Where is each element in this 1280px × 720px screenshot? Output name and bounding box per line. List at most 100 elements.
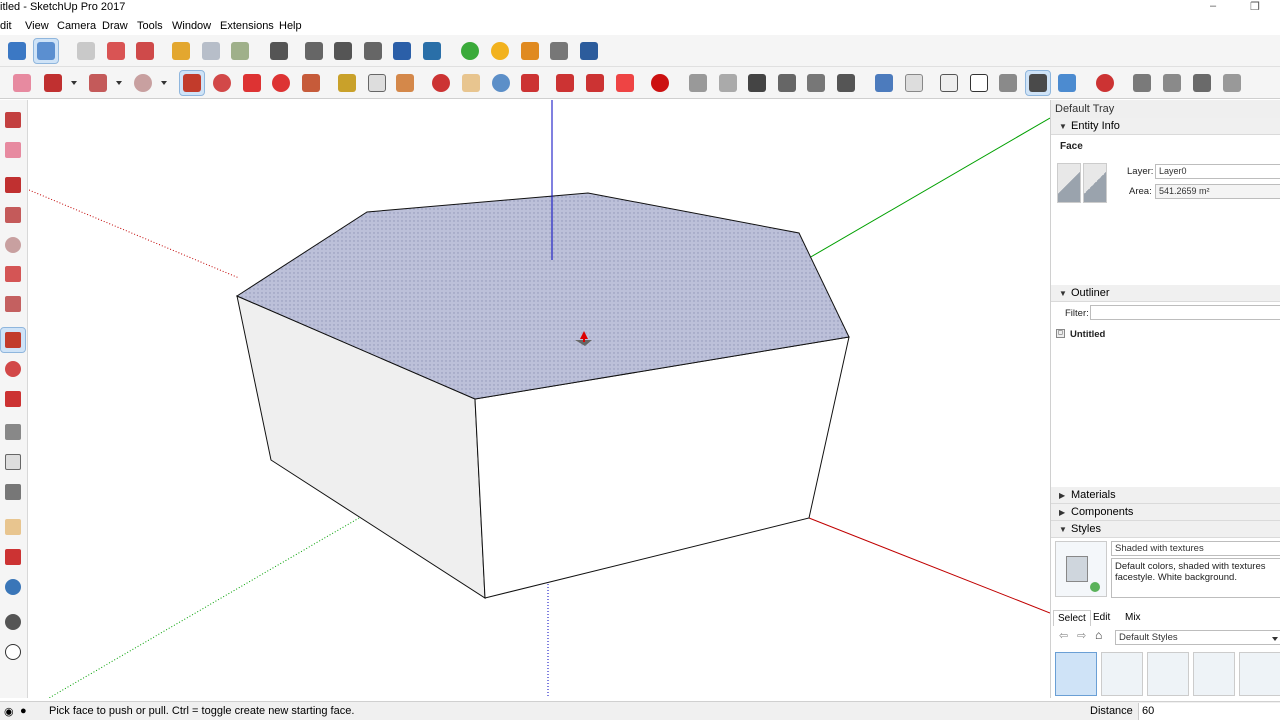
share-model-button[interactable]: [613, 71, 637, 95]
tape-tool-button[interactable]: [1, 420, 25, 444]
push-pull-tool-button[interactable]: [0, 327, 26, 353]
solid-tools-button[interactable]: [133, 39, 157, 63]
chevron-down-icon[interactable]: [161, 81, 167, 85]
minimize-button[interactable]: –: [1203, 0, 1223, 14]
menu-help[interactable]: Help: [279, 19, 302, 33]
style-thumbnail[interactable]: [1101, 652, 1143, 696]
style-thumbnail[interactable]: [1055, 652, 1097, 696]
polygon-tool-button[interactable]: [1, 292, 25, 316]
geo-location-button[interactable]: [458, 39, 482, 63]
iso-view-button[interactable]: [686, 71, 710, 95]
style-thumbnail[interactable]: [1193, 652, 1235, 696]
style-name-field[interactable]: Shaded with textures: [1111, 541, 1280, 556]
top-view-button[interactable]: [716, 71, 740, 95]
circle-tool-button[interactable]: [1, 233, 25, 257]
style-library-select[interactable]: Default Styles: [1115, 630, 1280, 645]
circle-tool-button[interactable]: [131, 71, 155, 95]
right-view-button[interactable]: [775, 71, 799, 95]
layer-field[interactable]: Layer0: [1155, 164, 1280, 179]
menu-edit[interactable]: dit: [0, 19, 12, 33]
sandbox-button[interactable]: [361, 39, 385, 63]
styles-header[interactable]: ▼ Styles: [1051, 521, 1280, 538]
styles-tab-edit[interactable]: Edit: [1089, 610, 1114, 626]
entity-info-header[interactable]: ▼ Entity Info: [1051, 118, 1280, 135]
position-camera-tool-button[interactable]: [1, 640, 25, 664]
left-view-button[interactable]: [834, 71, 858, 95]
shaded-button[interactable]: [996, 71, 1020, 95]
pencil-button[interactable]: [518, 39, 542, 63]
chevron-down-icon[interactable]: [116, 81, 122, 85]
component-button[interactable]: [33, 38, 59, 64]
wireframe-button[interactable]: [937, 71, 961, 95]
sandbox-drape-button[interactable]: [1190, 71, 1214, 95]
model-viewport[interactable]: [29, 100, 1050, 698]
section-button[interactable]: [199, 39, 223, 63]
measurement-input[interactable]: 60: [1138, 703, 1280, 720]
chevron-down-icon[interactable]: [71, 81, 77, 85]
eraser-tool-button[interactable]: [10, 71, 34, 95]
text-tool-button[interactable]: [365, 71, 389, 95]
sandbox-stamp-button[interactable]: [1160, 71, 1184, 95]
style-description[interactable]: Default colors, shaded with textures fac…: [1111, 558, 1280, 598]
monochrome-button[interactable]: [1055, 71, 1079, 95]
select-tool-button[interactable]: [1, 108, 25, 132]
menu-draw[interactable]: Draw: [102, 19, 128, 33]
pan-tool-button[interactable]: [459, 71, 483, 95]
menu-extensions[interactable]: Extensions: [220, 19, 274, 33]
materials-header[interactable]: ▶ Materials: [1051, 487, 1280, 504]
outliner-header[interactable]: ▼ Outliner: [1051, 285, 1280, 302]
dimension-button[interactable]: [547, 39, 571, 63]
rotate-tool-button[interactable]: [269, 71, 293, 95]
hidden-line-button[interactable]: [967, 71, 991, 95]
look-around-tool-button[interactable]: [1, 610, 25, 634]
text-tool-button[interactable]: [1, 450, 25, 474]
geo-location-icon[interactable]: ◉: [4, 705, 14, 718]
binoculars-button[interactable]: [577, 39, 601, 63]
styles-tab-mix[interactable]: Mix: [1121, 610, 1145, 626]
style-thumbnail[interactable]: [1147, 652, 1189, 696]
outliner-filter-input[interactable]: [1090, 305, 1280, 320]
menu-view[interactable]: View: [25, 19, 49, 33]
styles-tab-select[interactable]: Select: [1053, 610, 1091, 626]
orbit-tool-button[interactable]: [429, 71, 453, 95]
pan-tool-button[interactable]: [1, 515, 25, 539]
rectangle-tool-button[interactable]: [86, 71, 110, 95]
sun-button[interactable]: [488, 39, 512, 63]
follow-me-tool-button[interactable]: [1, 357, 25, 381]
sandbox-flip-button[interactable]: [1220, 71, 1244, 95]
solid-button[interactable]: [228, 39, 252, 63]
sandbox-smoove-button[interactable]: [1130, 71, 1154, 95]
shadow-button[interactable]: [267, 39, 291, 63]
back-view-button[interactable]: [804, 71, 828, 95]
freehand-tool-button[interactable]: [1, 173, 25, 197]
tape-tool-button[interactable]: [335, 71, 359, 95]
component-share-button[interactable]: [583, 71, 607, 95]
forward-arrow-icon[interactable]: ⇨: [1077, 629, 1086, 642]
zoom-tool-button[interactable]: [1, 545, 25, 569]
extension-button[interactable]: [331, 39, 355, 63]
zoom-extents-tool-button[interactable]: [518, 71, 542, 95]
outliner-root[interactable]: Untitled: [1070, 329, 1105, 341]
paint-button[interactable]: [104, 39, 128, 63]
layers-button[interactable]: [390, 39, 414, 63]
chevron-down-icon[interactable]: [1272, 637, 1278, 641]
offset-tool-button[interactable]: [1, 387, 25, 411]
warehouse-tool-button[interactable]: [553, 71, 577, 95]
back-edges-button[interactable]: [902, 71, 926, 95]
back-arrow-icon[interactable]: ⇦: [1059, 629, 1068, 642]
menu-camera[interactable]: Camera: [57, 19, 96, 33]
back-material-swatch[interactable]: [1083, 163, 1107, 203]
zoom-tool-button[interactable]: [489, 71, 513, 95]
rectangle-tool-button[interactable]: [1, 203, 25, 227]
credits-icon[interactable]: ●: [20, 705, 27, 717]
scenes-button[interactable]: [420, 39, 444, 63]
axes-tool-button[interactable]: [1, 480, 25, 504]
shaded-textures-button[interactable]: [1025, 70, 1051, 96]
front-material-swatch[interactable]: [1057, 163, 1081, 203]
ruby-console-button[interactable]: [648, 71, 672, 95]
restore-button[interactable]: ❐: [1245, 0, 1265, 14]
eraser-tool-button[interactable]: [1, 138, 25, 162]
box-button[interactable]: [169, 39, 193, 63]
move-tool-button[interactable]: [240, 71, 264, 95]
push-pull-tool-button[interactable]: [179, 70, 205, 96]
